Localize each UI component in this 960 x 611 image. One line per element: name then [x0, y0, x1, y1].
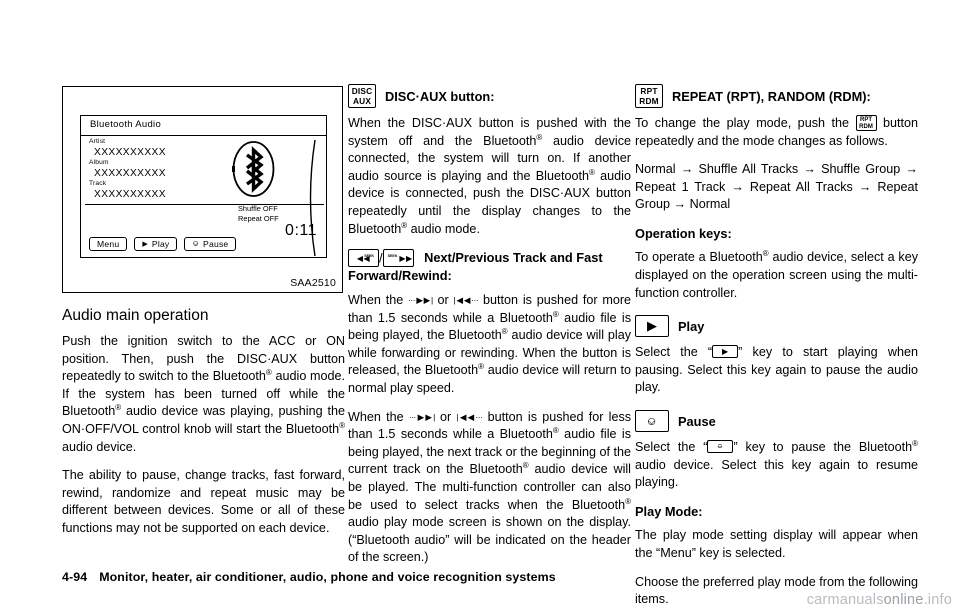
seek-label-next: SEEK — [387, 254, 398, 259]
track-p2-f: audio play mode screen is shown on the d… — [348, 515, 631, 565]
paragraph-play-mode-1: The play mode setting display will appea… — [635, 528, 918, 560]
artist-label: Artist — [89, 138, 106, 145]
rpt-icon-line2: RDM — [639, 96, 659, 106]
play-triangle-icon: ▶ — [142, 241, 148, 248]
rpt-icon-line1: RPT — [640, 86, 658, 96]
paragraph-audio-main-operation: Push the ignition switch to the ACC or O… — [62, 333, 345, 456]
figure-caption: SAA2510 — [290, 277, 336, 289]
pause-title: Pause — [678, 413, 716, 429]
previous-track-button-icon: ◀◀ SEEK — [348, 249, 379, 268]
track-metadata: Artist XXXXXXXXXX Album XXXXXXXXXX Track… — [89, 138, 239, 201]
track-p1-b: or — [437, 293, 449, 308]
album-value: XXXXXXXXXX — [94, 167, 166, 179]
track-p2-b: or — [440, 409, 452, 424]
track-controls-title-line2: Forward/Rewind: — [348, 268, 452, 284]
registered-mark: ® — [912, 438, 918, 448]
disc-aux-title: DISC·AUX button: — [385, 88, 495, 104]
pause-bars-icon: ⎉ — [192, 239, 200, 248]
registered-mark: ® — [625, 496, 631, 506]
paragraph-disc-aux: When the DISC·AUX button is pushed with … — [348, 115, 631, 238]
page-number: 4-94 — [62, 570, 88, 584]
paragraph-pause-key: Select the “⎉” key to pause the Bluetoot… — [635, 439, 918, 492]
screen-bezel-arc — [309, 139, 316, 257]
screen-header: Bluetooth Audio — [81, 116, 326, 136]
track-controls-heading: ◀◀ SEEK / ▶▶ SEEK Next/Previous Track an… — [348, 249, 631, 285]
column-one: Audio main operation Push the ignition s… — [62, 306, 345, 538]
watermark-suffix: .info — [923, 592, 952, 608]
pause-body-c: audio device. Select this key again to r… — [635, 457, 918, 490]
screen-header-title: Bluetooth Audio — [90, 119, 162, 130]
pause-inline-icon: ⎉ — [707, 440, 734, 454]
softkey-play-label: Play — [151, 239, 170, 249]
track-controls-title-line1: Next/Previous Track and Fast — [424, 250, 603, 266]
album-label: Album — [89, 159, 109, 166]
head-unit-screen-mock: Bluetooth Audio Artist XXXXXXXXXX Album … — [80, 115, 327, 258]
pause-body-a: Select the “ — [635, 440, 708, 455]
operation-keys-title: Operation keys: — [635, 225, 732, 241]
pause-body-b: ” key to pause the Bluetooth — [733, 440, 913, 455]
bluetooth-logo-icon — [232, 141, 275, 197]
disc-aux-button-icon: DISC AUX — [348, 84, 376, 108]
disc-aux-part-d: audio mode. — [407, 221, 480, 236]
softkey-play[interactable]: ▶ Play — [134, 237, 178, 251]
track-p2-a: When the — [348, 409, 404, 424]
rpt-rdm-button-icon: RPT RDM — [635, 84, 663, 108]
track-p1-a: When the — [348, 293, 404, 308]
column-three: RPT RDM REPEAT (RPT), RANDOM (RDM): To c… — [635, 84, 918, 609]
manual-page: Bluetooth Audio Artist XXXXXXXXXX Album … — [0, 0, 960, 611]
softkey-menu-label: Menu — [97, 239, 120, 249]
disc-aux-icon-line1: DISC — [351, 86, 373, 96]
rpt-inline-line2: RDM — [859, 123, 873, 130]
rpt-rdm-inline-icon: RPT RDM — [855, 114, 877, 131]
registered-mark: ® — [339, 420, 345, 430]
play-body-a: Select the “ — [635, 345, 713, 360]
inline-fast-forward-icon: ···▶▶| — [408, 411, 435, 422]
play-inline-icon: ▶ — [712, 345, 739, 359]
chapter-title: Monitor, heater, air conditioner, audio,… — [99, 570, 556, 584]
page-footer: 4-94 Monitor, heater, air conditioner, au… — [62, 570, 556, 584]
paragraph-change-play-mode: To change the play mode, push the RPT RDM… — [635, 114, 918, 150]
paragraph-device-capability: The ability to pause, change tracks, fas… — [62, 468, 345, 535]
paragraph-mode-sequence: Normal → Shuffle All Tracks → Shuffle Gr… — [635, 162, 918, 212]
softkey-pause[interactable]: ⎉ Pause — [184, 237, 237, 251]
inline-rewind-icon: |◀◀··· — [456, 411, 483, 422]
repeat-random-title: REPEAT (RPT), RANDOM (RDM): — [672, 88, 871, 104]
section-title-audio-main-operation: Audio main operation — [62, 307, 209, 324]
seek-label-prev: SEEK — [364, 254, 374, 259]
site-watermark: carmanualsonline.info — [807, 592, 952, 608]
watermark-dark: online — [883, 592, 924, 608]
play-key-heading: ▶ Play — [635, 315, 918, 338]
track-value: XXXXXXXXXX — [94, 188, 166, 200]
pause-button-icon: ⎉ — [635, 410, 669, 433]
track-label: Track — [89, 180, 107, 187]
disc-aux-icon-line2: AUX — [352, 96, 372, 106]
paragraph-track-short-press: When the ···▶▶| or |◀◀··· button is push… — [348, 409, 631, 567]
softkey-pause-label: Pause — [203, 239, 229, 249]
column-two: DISC AUX DISC·AUX button: When the DISC·… — [348, 84, 631, 567]
inline-rewind-icon: |◀◀··· — [453, 294, 479, 305]
artist-value: XXXXXXXXXX — [94, 146, 166, 158]
rpt-inline-line1: RPT — [860, 116, 872, 123]
disc-aux-heading: DISC AUX DISC·AUX button: — [348, 84, 631, 108]
paragraph-play-key: Select the “▶” key to start playing when… — [635, 344, 918, 397]
play-mode-title: Play Mode: — [635, 503, 703, 519]
pause-key-heading: ⎉ Pause — [635, 410, 918, 433]
repeat-random-heading: RPT RDM REPEAT (RPT), RANDOM (RDM): — [635, 84, 918, 108]
screen-softkeys: Menu ▶ Play ⎉ Pause — [89, 237, 237, 251]
p1-part-d: audio device. — [62, 439, 137, 454]
paragraph-track-long-press: When the ···▶▶| or |◀◀··· button is push… — [348, 292, 631, 398]
opkeys-a: To operate a Bluetooth — [635, 250, 763, 265]
paragraph-operation-keys: To operate a Bluetooth® audio device, se… — [635, 249, 918, 302]
play-title: Play — [678, 318, 705, 334]
inline-fast-forward-icon: ···▶▶| — [408, 294, 433, 305]
play-button-icon: ▶ — [635, 315, 669, 338]
rpt-body-a: To change the play mode, push the — [635, 116, 849, 130]
next-track-button-icon: ▶▶ SEEK — [382, 249, 414, 268]
watermark-light: carmanuals — [806, 592, 884, 608]
softkey-menu[interactable]: Menu — [89, 237, 128, 251]
figure-bluetooth-audio-screen: Bluetooth Audio Artist XXXXXXXXXX Album … — [62, 86, 343, 293]
